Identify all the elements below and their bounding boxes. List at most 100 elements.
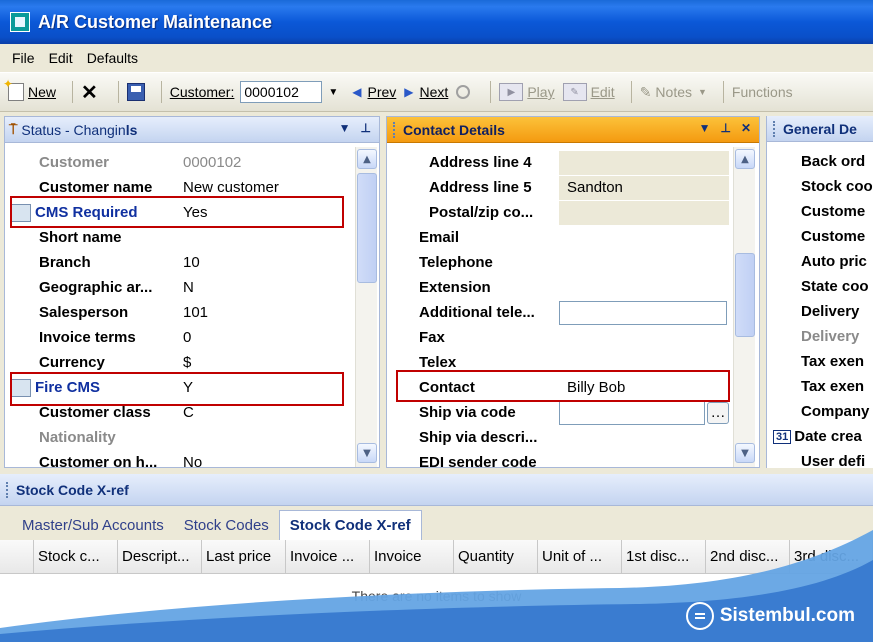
- general-row[interactable]: Back ord: [767, 149, 873, 174]
- status-row[interactable]: Customer on h... No: [5, 450, 379, 475]
- scroll-down-icon[interactable]: ▼: [357, 443, 377, 463]
- field-value[interactable]: No: [183, 454, 202, 471]
- general-row[interactable]: Auto pric: [767, 249, 873, 274]
- general-row[interactable]: Stock coo: [767, 174, 873, 199]
- tab-stock-codes[interactable]: Stock Codes: [174, 511, 279, 540]
- general-row[interactable]: Custome: [767, 224, 873, 249]
- field-value[interactable]: 101: [183, 304, 208, 321]
- chevron-down-icon[interactable]: ▼: [339, 121, 351, 135]
- general-row[interactable]: Delivery: [767, 299, 873, 324]
- field-value[interactable]: [559, 300, 727, 325]
- new-button[interactable]: New: [3, 77, 56, 101]
- pin-icon[interactable]: ⊥: [720, 121, 730, 135]
- menu-edit[interactable]: Edit: [49, 50, 73, 66]
- contact-row[interactable]: Address line 5 Sandton: [387, 175, 759, 200]
- tab-master-sub-accounts[interactable]: Master/Sub Accounts: [12, 511, 174, 540]
- chevron-down-icon[interactable]: ▼: [699, 121, 711, 135]
- general-row[interactable]: Custome: [767, 199, 873, 224]
- play-button[interactable]: ▶ Play: [499, 83, 555, 101]
- field-value[interactable]: [559, 226, 567, 250]
- contact-details-title: Contact Details: [403, 121, 505, 138]
- scroll-up-icon[interactable]: ▲: [735, 149, 755, 169]
- contact-row[interactable]: Extension: [387, 275, 759, 300]
- scroll-thumb[interactable]: [735, 253, 755, 337]
- field-value[interactable]: C: [183, 404, 194, 421]
- column-stock-code[interactable]: Stock c...: [34, 540, 118, 573]
- scroll-up-icon[interactable]: ▲: [357, 149, 377, 169]
- field-label: Delivery: [801, 303, 860, 320]
- field-value[interactable]: 10: [183, 254, 200, 271]
- contact-row[interactable]: Fax: [387, 325, 759, 350]
- status-row[interactable]: Invoice terms 0: [5, 325, 379, 350]
- column-unit-of[interactable]: Unit of ...: [538, 540, 622, 573]
- chevron-down-icon[interactable]: ▼: [328, 87, 338, 98]
- prev-button[interactable]: ◀ Prev: [352, 84, 396, 100]
- general-row[interactable]: Tax exen: [767, 374, 873, 399]
- contact-row[interactable]: Email: [387, 225, 759, 250]
- contact-row[interactable]: Additional tele...: [387, 300, 759, 325]
- status-row[interactable]: Geographic ar... N: [5, 275, 379, 300]
- ellipsis-button[interactable]: …: [707, 401, 729, 424]
- next-button[interactable]: ▶ Next: [404, 84, 448, 100]
- scroll-thumb[interactable]: [357, 173, 377, 283]
- column-2nd-disc[interactable]: 2nd disc...: [706, 540, 790, 573]
- contact-row[interactable]: Address line 4: [387, 150, 759, 175]
- field-value[interactable]: [559, 451, 567, 475]
- field-value[interactable]: $: [183, 354, 191, 371]
- column-description[interactable]: Descript...: [118, 540, 202, 573]
- column-invoice-2[interactable]: Invoice: [370, 540, 454, 573]
- tab-stock-code-xref[interactable]: Stock Code X-ref: [278, 510, 422, 540]
- general-row[interactable]: Delivery: [767, 324, 873, 349]
- column-1st-disc[interactable]: 1st disc...: [622, 540, 706, 573]
- field-value[interactable]: [559, 326, 567, 350]
- field-label: Company: [801, 403, 870, 420]
- window-title: A/R Customer Maintenance: [38, 11, 273, 32]
- field-value[interactable]: Sandton: [559, 175, 729, 200]
- save-button[interactable]: [126, 83, 145, 101]
- field-value[interactable]: [559, 426, 567, 450]
- functions-button[interactable]: Functions: [732, 84, 793, 100]
- contact-row[interactable]: Ship via descri...: [387, 425, 759, 450]
- column-3rd-disc[interactable]: 3rd disc...: [790, 540, 873, 573]
- contact-scrollbar[interactable]: ▲ ▼: [733, 147, 755, 467]
- status-row[interactable]: Nationality: [5, 425, 379, 450]
- menu-defaults[interactable]: Defaults: [87, 50, 138, 66]
- menu-file[interactable]: File: [12, 50, 35, 66]
- contact-row[interactable]: Ship via code…: [387, 400, 759, 425]
- status-row[interactable]: Short name: [5, 225, 379, 250]
- customer-input[interactable]: 0000102: [240, 81, 323, 103]
- close-icon[interactable]: ✕: [741, 121, 751, 135]
- status-scrollbar[interactable]: ▲ ▼: [355, 147, 377, 467]
- field-value[interactable]: 0000102: [183, 154, 241, 171]
- status-row[interactable]: Salesperson 101: [5, 300, 379, 325]
- column-last-price[interactable]: Last price: [202, 540, 286, 573]
- field-label: Auto pric: [801, 253, 867, 270]
- general-row[interactable]: Tax exen: [767, 349, 873, 374]
- edit-button[interactable]: ✎ Edit: [562, 83, 615, 101]
- field-label: Customer class: [39, 404, 151, 421]
- contact-row[interactable]: EDI sender code: [387, 450, 759, 475]
- notes-button[interactable]: ✎ Notes ▼: [640, 84, 707, 101]
- status-row[interactable]: Customer 0000102: [5, 150, 379, 175]
- contact-row[interactable]: Postal/zip co...: [387, 200, 759, 225]
- field-value[interactable]: [559, 200, 729, 225]
- field-value[interactable]: [559, 400, 705, 425]
- field-value[interactable]: 0: [183, 329, 191, 346]
- field-value[interactable]: New customer: [183, 179, 279, 196]
- general-row[interactable]: State coo: [767, 274, 873, 299]
- search-button[interactable]: [456, 85, 474, 99]
- column-quantity[interactable]: Quantity: [454, 540, 538, 573]
- column-invoice-1[interactable]: Invoice ...: [286, 540, 370, 573]
- field-value[interactable]: [559, 251, 567, 275]
- pin-icon[interactable]: ⊥: [361, 121, 371, 135]
- delete-button[interactable]: ✕: [81, 80, 102, 105]
- general-row[interactable]: User defi: [767, 449, 873, 474]
- status-row[interactable]: Branch 10: [5, 250, 379, 275]
- field-value[interactable]: [559, 150, 729, 175]
- contact-row[interactable]: Telephone: [387, 250, 759, 275]
- field-value[interactable]: [559, 276, 567, 300]
- general-row[interactable]: Company: [767, 399, 873, 424]
- scroll-down-icon[interactable]: ▼: [735, 443, 755, 463]
- field-value[interactable]: N: [183, 279, 194, 296]
- general-row[interactable]: 31 Date crea: [767, 424, 873, 449]
